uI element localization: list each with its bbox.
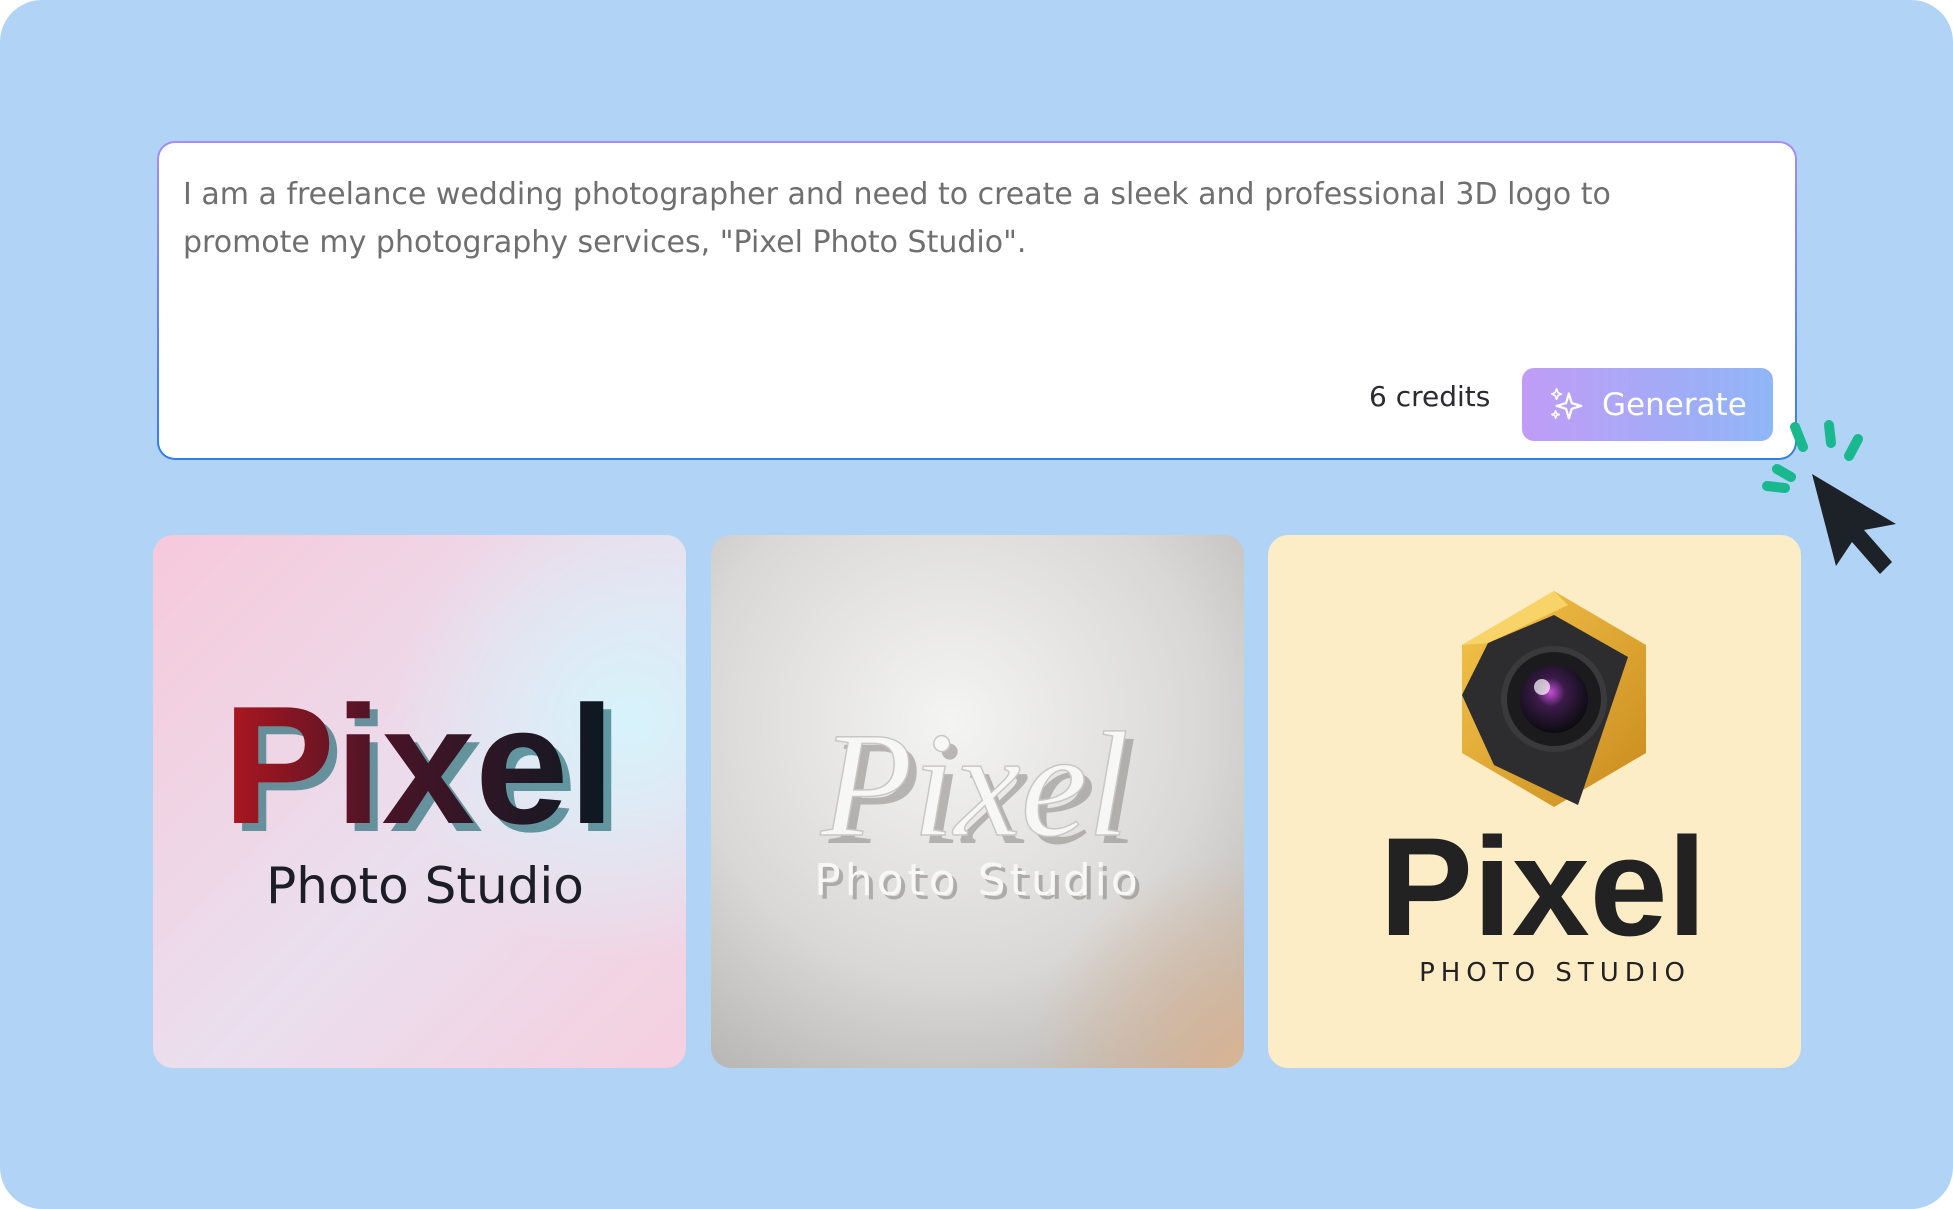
prompt-textbox[interactable]: I am a freelance wedding photographer an… xyxy=(157,141,1797,460)
sparkles-icon xyxy=(1550,387,1583,419)
result-image-3: Pixel PHOTO STUDIO xyxy=(1268,535,1801,1068)
card-2-subtitle: Photo Studio xyxy=(814,855,1142,906)
card-2-title: Pixel xyxy=(820,702,1129,868)
card-3-subtitle: PHOTO STUDIO xyxy=(1419,958,1691,988)
result-card-3[interactable]: Pixel PHOTO STUDIO xyxy=(1268,535,1801,1068)
generate-button-label: Generate xyxy=(1602,386,1747,423)
result-image-2: Pixel Pixel Photo Studio Photo Studio xyxy=(711,535,1244,1068)
mouse-pointer-icon xyxy=(1812,474,1896,574)
card-3-title: Pixel xyxy=(1380,808,1707,965)
card-1-title: Pixel xyxy=(223,671,615,859)
result-image-1: Pixel Pixel Photo Studio xyxy=(153,535,686,1068)
prompt-text[interactable]: I am a freelance wedding photographer an… xyxy=(183,171,1743,267)
card-1-subtitle: Photo Studio xyxy=(266,857,584,915)
credits-counter: 6 credits xyxy=(1369,380,1491,413)
generate-button[interactable]: Generate xyxy=(1522,368,1773,441)
app-canvas: I am a freelance wedding photographer an… xyxy=(0,0,1953,1209)
result-card-1[interactable]: Pixel Pixel Photo Studio xyxy=(153,535,686,1068)
result-card-2[interactable]: Pixel Pixel Photo Studio Photo Studio xyxy=(711,535,1244,1068)
